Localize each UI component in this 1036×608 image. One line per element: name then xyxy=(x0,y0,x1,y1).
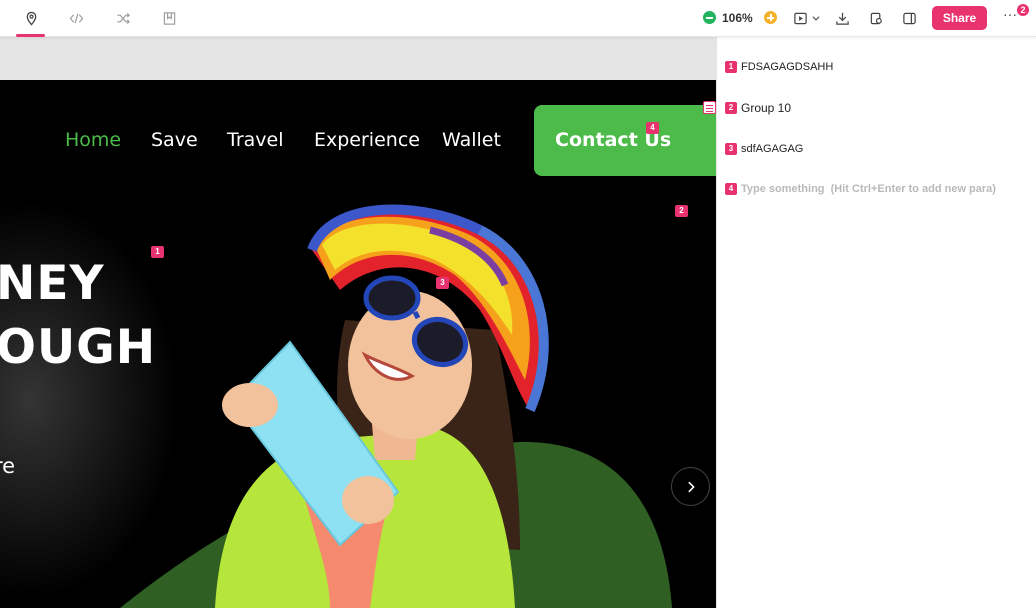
carousel-next-button[interactable] xyxy=(671,467,710,506)
comment-number: 2 xyxy=(725,102,737,114)
nav-home[interactable]: Home xyxy=(65,129,121,151)
comments-panel: 1 FDSAGAGDSAHH 2 Group 10 3 sdfAGAGAG 4 xyxy=(716,37,1036,608)
zoom-in-button[interactable] xyxy=(764,11,777,24)
comment-item-1[interactable]: 1 FDSAGAGDSAHH xyxy=(725,61,833,73)
design-canvas[interactable]: Home Save Travel Experience Wallet Conta… xyxy=(0,37,716,608)
comment-text: sdfAGAGAG xyxy=(741,143,804,155)
download-icon[interactable] xyxy=(832,8,852,28)
contact-us-button[interactable]: Contact Us xyxy=(534,105,716,176)
comment-number: 1 xyxy=(725,61,737,73)
hero-heading-line-1: NEY xyxy=(0,256,105,311)
comment-marker-4[interactable]: 4 xyxy=(646,122,659,134)
code-icon[interactable] xyxy=(66,8,86,28)
hero-heading-line-2: OUGH xyxy=(0,320,157,375)
comment-number: 3 xyxy=(725,143,737,155)
comment-text: FDSAGAGDSAHH xyxy=(741,61,834,73)
chevron-down-icon[interactable] xyxy=(809,8,823,28)
nav-save[interactable]: Save xyxy=(151,129,198,151)
nav-travel[interactable]: Travel xyxy=(227,129,283,151)
comment-input[interactable] xyxy=(741,183,1001,195)
share-button[interactable]: Share xyxy=(932,6,987,30)
notification-badge: 2 xyxy=(1017,4,1029,16)
shuffle-icon[interactable] xyxy=(113,8,133,28)
active-tab-indicator xyxy=(16,34,45,37)
comment-text: Group 10 xyxy=(741,101,792,115)
chevron-right-icon xyxy=(687,481,695,492)
hero-subtext: re xyxy=(0,454,16,478)
location-pin-icon[interactable] xyxy=(21,8,41,28)
zoom-level: 106% xyxy=(722,11,753,25)
play-icon[interactable] xyxy=(790,8,810,28)
app-window: 106% Share ··· 2 Home Save Travel Experi… xyxy=(0,0,1036,608)
comment-marker-2[interactable]: 2 xyxy=(675,205,688,217)
list-icon[interactable] xyxy=(703,101,716,114)
nav-wallet[interactable]: Wallet xyxy=(442,129,501,151)
zoom-out-button[interactable] xyxy=(703,11,716,24)
comment-item-2[interactable]: 2 Group 10 xyxy=(725,101,791,115)
sidebar-toggle-icon[interactable] xyxy=(899,8,919,28)
new-comment-row: 4 xyxy=(725,183,1001,195)
copy-link-icon[interactable] xyxy=(866,8,886,28)
top-toolbar: 106% Share ··· 2 xyxy=(0,0,1036,37)
website-artboard: Home Save Travel Experience Wallet Conta… xyxy=(0,80,716,608)
comment-marker-3[interactable]: 3 xyxy=(436,277,449,289)
comment-marker-1[interactable]: 1 xyxy=(151,246,164,258)
comment-item-3[interactable]: 3 sdfAGAGAG xyxy=(725,143,803,155)
bookmark-icon[interactable] xyxy=(159,8,179,28)
nav-experience[interactable]: Experience xyxy=(314,129,420,151)
comment-number: 4 xyxy=(725,183,737,195)
